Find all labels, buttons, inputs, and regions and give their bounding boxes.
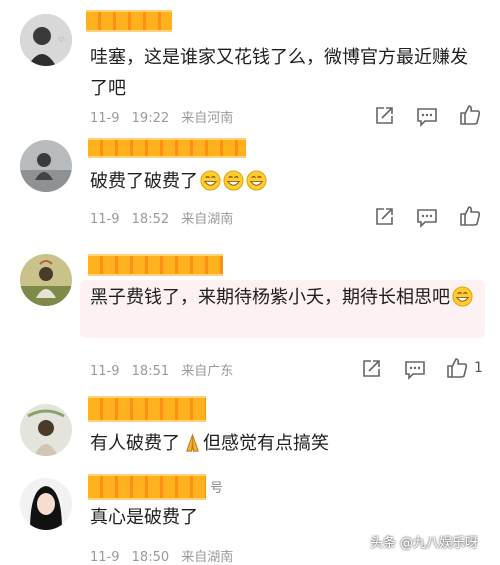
- grin-emoji: [200, 170, 221, 191]
- comment-text-content-2: 但感觉有点搞笑: [203, 433, 329, 454]
- comment-text-content: 有人破费了: [90, 433, 180, 454]
- avatar[interactable]: [20, 478, 72, 530]
- comment-meta: 11-9 18:52 来自湖南: [90, 208, 233, 227]
- comment-item: 有人破费了 但感觉有点搞笑: [0, 390, 500, 470]
- thumbs-up-icon[interactable]: [446, 357, 468, 379]
- share-icon[interactable]: [360, 358, 382, 380]
- avatar[interactable]: ♡: [20, 14, 72, 66]
- comment-text: 哇塞，这是谁家又花钱了么，微博官方最近赚发了吧: [90, 47, 468, 99]
- thumbs-up-icon[interactable]: [459, 205, 481, 227]
- comment-text: 有人破费了 但感觉有点搞笑: [90, 428, 480, 459]
- folded-hands-emoji: [186, 433, 199, 452]
- comment-source: 来自河南: [181, 111, 234, 126]
- username-fragment: 号: [210, 481, 224, 496]
- grin-emoji: [246, 170, 267, 191]
- comment-text-content: 破费了破费了: [90, 171, 198, 192]
- avatar[interactable]: [20, 404, 72, 456]
- comment-icon[interactable]: [404, 358, 426, 380]
- username[interactable]: [88, 396, 206, 422]
- username[interactable]: [88, 254, 223, 276]
- comment-icon[interactable]: [416, 206, 438, 228]
- grin-emoji: [223, 170, 244, 191]
- comment-text: 破费了破费了: [90, 166, 480, 197]
- comment-meta: 11-9 18:50 来自湖南: [90, 546, 233, 565]
- share-icon[interactable]: [373, 206, 395, 228]
- comment-item: 破费了破费了 11-9 18:52 来自湖南: [0, 130, 500, 240]
- comment-time: 18:52: [131, 212, 170, 227]
- comment-item: 黑子费钱了，来期待杨紫小夭，期待长相思吧 11-9 18:51 来自广东 1: [0, 240, 500, 390]
- comment-source: 来自湖南: [181, 212, 234, 227]
- comment-text: 黑子费钱了，来期待杨紫小夭，期待长相思吧: [90, 282, 480, 313]
- comment-date: 11-9: [90, 364, 120, 379]
- comment-text-content: 黑子费钱了，来期待杨紫小夭，期待长相思吧: [90, 287, 450, 308]
- comment-time: 19:22: [131, 111, 170, 126]
- comment-icon[interactable]: [416, 105, 438, 127]
- comment-text: 真心是破费了: [90, 507, 198, 528]
- comment-source: 来自湖南: [181, 550, 234, 565]
- comment-meta: 11-9 19:22 来自河南: [90, 107, 233, 126]
- thumbs-up-icon[interactable]: [459, 104, 481, 126]
- comment-time: 18:51: [131, 364, 170, 379]
- share-icon[interactable]: [373, 105, 395, 127]
- watermark: 头条 @九八娱乐呀: [369, 536, 478, 551]
- avatar[interactable]: [20, 140, 72, 192]
- comment-meta: 11-9 18:51 来自广东: [90, 360, 233, 379]
- comment-date: 11-9: [90, 550, 120, 565]
- comment-source: 来自广东: [181, 364, 234, 379]
- username[interactable]: [88, 474, 206, 500]
- like-count: 1: [474, 360, 483, 376]
- grin-emoji: [452, 286, 473, 307]
- comment-date: 11-9: [90, 111, 120, 126]
- avatar[interactable]: [20, 254, 72, 306]
- comment-date: 11-9: [90, 212, 120, 227]
- svg-text:♡: ♡: [58, 36, 64, 44]
- username[interactable]: [88, 138, 246, 158]
- comment-time: 18:50: [131, 550, 170, 565]
- username[interactable]: [86, 10, 172, 32]
- comment-item: ♡ 哇塞，这是谁家又花钱了么，微博官方最近赚发了吧 11-9 19:22 来自河…: [0, 0, 500, 130]
